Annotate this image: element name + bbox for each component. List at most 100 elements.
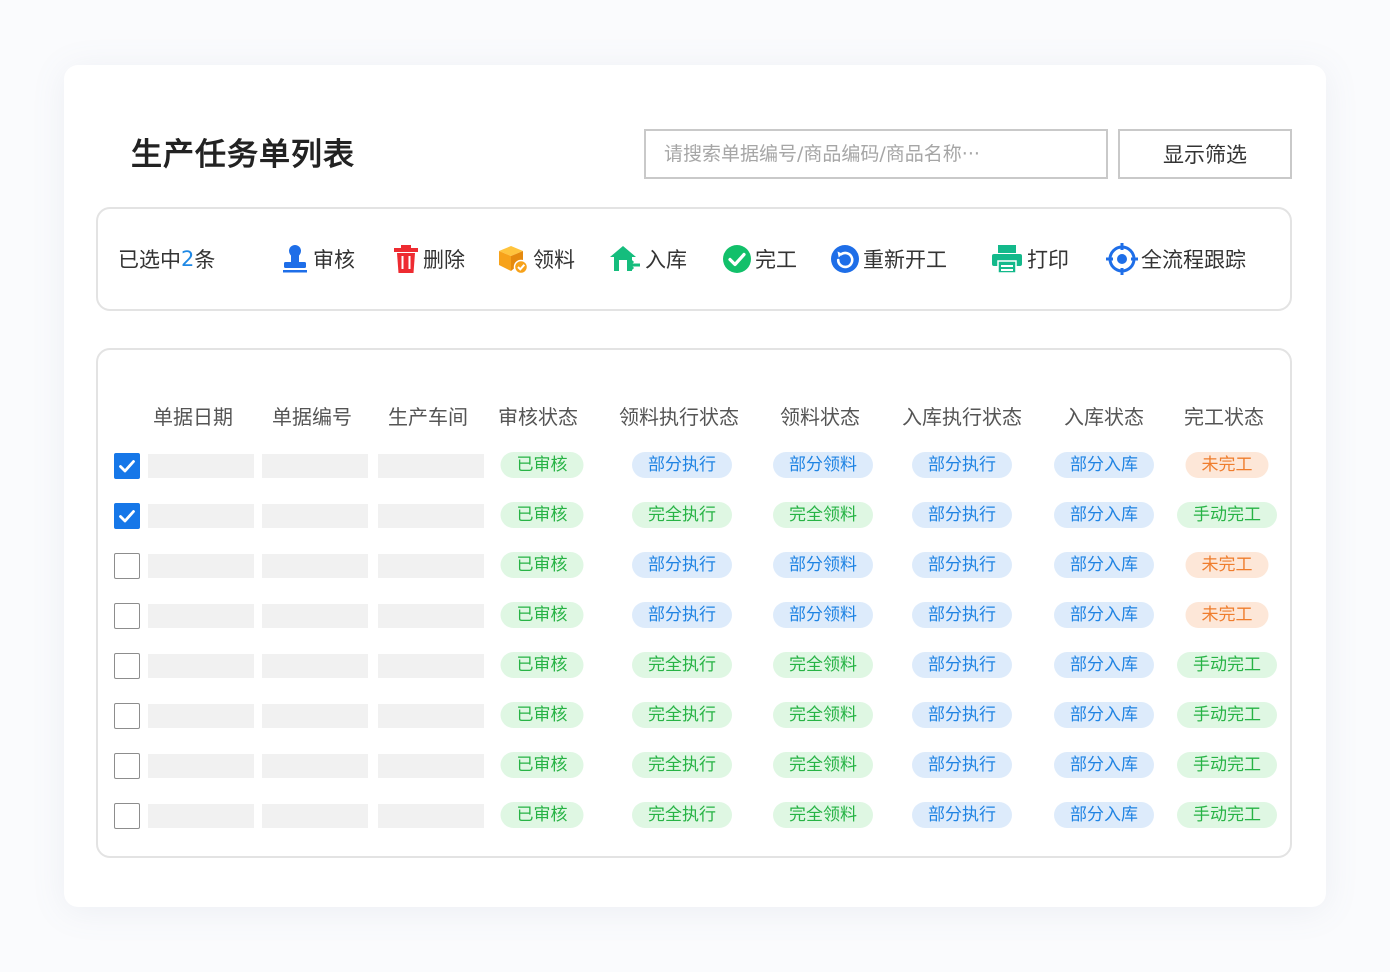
placeholder-cell [262,704,368,728]
row-checkbox[interactable] [114,503,140,529]
full-process-tracking-button[interactable]: 全流程跟踪 [1106,209,1246,309]
full-process-tracking-label: 全流程跟踪 [1141,248,1246,272]
stock-in-status-badge: 部分入库 [1054,652,1154,678]
placeholder-cell [262,754,368,778]
placeholder-cell [378,654,484,678]
approval-status-badge: 已审核 [500,552,584,578]
picking-status-badge: 完全领料 [773,502,873,528]
header-picking-status: 领料状态 [780,404,860,429]
print-label: 打印 [1027,248,1069,272]
checkmark-icon [119,510,135,523]
placeholder-cell [148,754,254,778]
completion-status-badge: 未完工 [1185,602,1269,628]
picking-execution-status-badge: 部分执行 [632,452,732,478]
picking-status-badge: 部分领料 [773,452,873,478]
selected-prefix: 已选中 [118,248,181,272]
approval-status-badge: 已审核 [500,652,584,678]
table-row[interactable]: 已审核 部分执行 部分领料 部分执行 部分入库 未完工 [98,452,1290,480]
restart-label: 重新开工 [863,248,947,272]
target-icon [1106,243,1141,275]
table-row[interactable]: 已审核 完全执行 完全领料 部分执行 部分入库 手动完工 [98,802,1290,830]
pick-material-label: 领料 [533,248,575,272]
picking-status-badge: 完全领料 [773,702,873,728]
row-checkbox[interactable] [114,753,140,779]
delete-label: 删除 [423,248,465,272]
stock-in-execution-status-badge: 部分执行 [912,802,1012,828]
placeholder-cell [378,454,484,478]
selected-count: 2 [181,247,195,271]
completion-status-badge: 手动完工 [1177,652,1277,678]
header-stock-in-execution-status: 入库执行状态 [902,404,1022,429]
stock-in-label: 入库 [645,248,687,272]
row-checkbox[interactable] [114,653,140,679]
table-row[interactable]: 已审核 部分执行 部分领料 部分执行 部分入库 未完工 [98,602,1290,630]
stock-in-button[interactable]: 入库 [608,209,687,309]
header-completion-status: 完工状态 [1184,404,1264,429]
stock-in-execution-status-badge: 部分执行 [912,702,1012,728]
placeholder-cell [148,604,254,628]
table-row[interactable]: 已审核 完全执行 完全领料 部分执行 部分入库 手动完工 [98,702,1290,730]
placeholder-cell [378,504,484,528]
approval-status-badge: 已审核 [500,702,584,728]
stock-in-status-badge: 部分入库 [1054,702,1154,728]
placeholder-cell [378,604,484,628]
stock-in-execution-status-badge: 部分执行 [912,752,1012,778]
placeholder-cell [378,704,484,728]
table-row[interactable]: 已审核 部分执行 部分领料 部分执行 部分入库 未完工 [98,552,1290,580]
picking-status-badge: 部分领料 [773,602,873,628]
table-row[interactable]: 已审核 完全执行 完全领料 部分执行 部分入库 手动完工 [98,752,1290,780]
pick-material-button[interactable]: 领料 [496,209,575,309]
row-checkbox[interactable] [114,553,140,579]
row-checkbox[interactable] [114,803,140,829]
restart-button[interactable]: 重新开工 [830,209,947,309]
header-document-number: 单据编号 [272,404,352,429]
row-checkbox[interactable] [114,703,140,729]
table-row[interactable]: 已审核 完全执行 完全领料 部分执行 部分入库 手动完工 [98,502,1290,530]
approval-status-badge: 已审核 [500,802,584,828]
picking-status-badge: 完全领料 [773,752,873,778]
header-picking-execution-status: 领料执行状态 [619,404,739,429]
printer-icon [990,243,1027,275]
search-input[interactable] [644,129,1108,179]
placeholder-cell [148,704,254,728]
warehouse-in-icon [608,243,645,275]
show-filter-button[interactable]: 显示筛选 [1118,129,1292,179]
placeholder-cell [148,504,254,528]
picking-execution-status-badge: 完全执行 [632,502,732,528]
row-checkbox[interactable] [114,453,140,479]
stock-in-status-badge: 部分入库 [1054,552,1154,578]
stock-in-execution-status-badge: 部分执行 [912,602,1012,628]
placeholder-cell [262,654,368,678]
picking-execution-status-badge: 完全执行 [632,752,732,778]
checkmark-icon [119,460,135,473]
placeholder-cell [262,504,368,528]
placeholder-cell [148,554,254,578]
stock-in-status-badge: 部分入库 [1054,502,1154,528]
box-icon [496,243,533,275]
completion-status-badge: 手动完工 [1177,752,1277,778]
picking-execution-status-badge: 完全执行 [632,652,732,678]
stock-in-status-badge: 部分入库 [1054,802,1154,828]
stock-in-execution-status-badge: 部分执行 [912,652,1012,678]
restart-icon [830,244,863,274]
table-row[interactable]: 已审核 完全执行 完全领料 部分执行 部分入库 手动完工 [98,652,1290,680]
task-list-card: 生产任务单列表 显示筛选 已选中 2 条 审核 [64,65,1326,907]
approval-status-badge: 已审核 [500,502,584,528]
row-checkbox[interactable] [114,603,140,629]
task-table: 单据日期 单据编号 生产车间 审核状态 领料执行状态 领料状态 入库执行状态 入库状态 完工状态… [96,348,1292,858]
complete-button[interactable]: 完工 [722,209,797,309]
picking-status-badge: 完全领料 [773,802,873,828]
stock-in-execution-status-badge: 部分执行 [912,452,1012,478]
action-toolbar: 已选中 2 条 审核 删除 领料 入库 完工 重新开工 打印 全流程跟踪 [96,207,1292,311]
placeholder-cell [148,804,254,828]
header-approval-status: 审核状态 [498,404,578,429]
stock-in-execution-status-badge: 部分执行 [912,552,1012,578]
completion-status-badge: 手动完工 [1177,502,1277,528]
complete-label: 完工 [755,248,797,272]
approve-button[interactable]: 审核 [280,209,355,309]
stock-in-status-badge: 部分入库 [1054,752,1154,778]
delete-button[interactable]: 删除 [392,209,465,309]
print-button[interactable]: 打印 [990,209,1069,309]
stock-in-status-badge: 部分入库 [1054,602,1154,628]
placeholder-cell [148,654,254,678]
